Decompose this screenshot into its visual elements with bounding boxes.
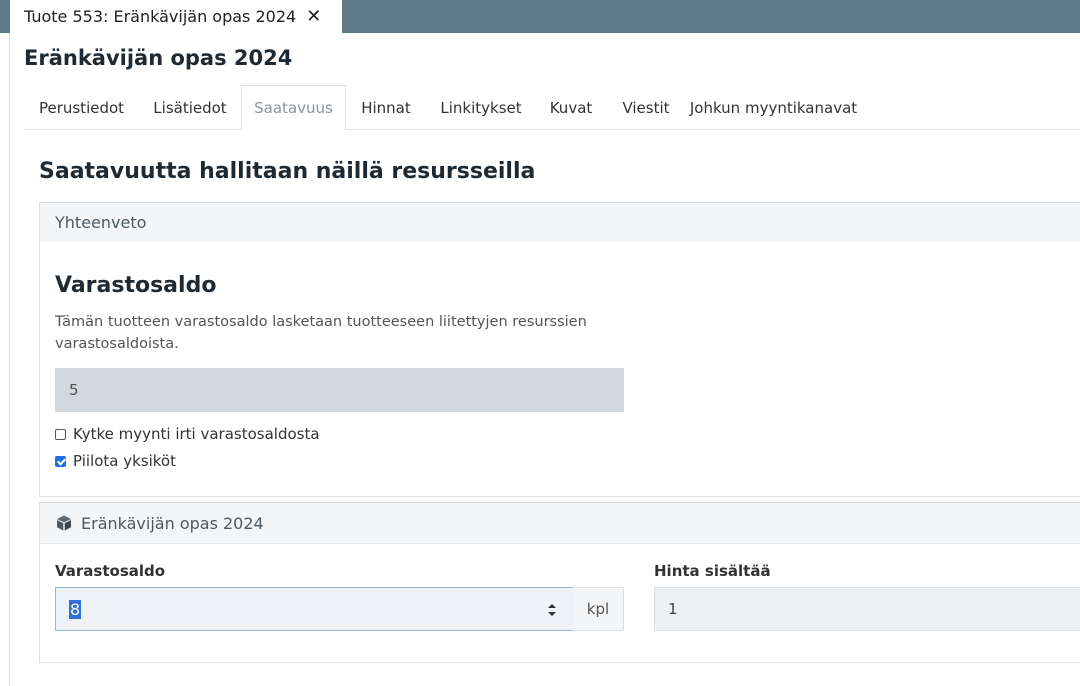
- summary-panel: Yhteenveto Varastosaldo Tämän tuotteen v…: [39, 202, 1080, 497]
- tab-linkitykset[interactable]: Linkitykset: [426, 85, 536, 130]
- summary-header: Yhteenveto: [40, 203, 1080, 242]
- document-tab[interactable]: Tuote 553: Eränkävijän opas 2024 ✕: [10, 0, 342, 33]
- hide-units-checkbox[interactable]: [55, 455, 66, 467]
- unit-addon: kpl: [573, 587, 624, 631]
- tab-perustiedot[interactable]: Perustiedot: [24, 85, 139, 130]
- hide-units-option[interactable]: Piilota yksiköt: [55, 452, 176, 470]
- tab-saatavuus[interactable]: Saatavuus: [241, 85, 346, 130]
- tab-hinnat[interactable]: Hinnat: [346, 85, 426, 130]
- left-divider: [9, 33, 10, 686]
- resource-stock-label: Varastosaldo: [55, 562, 166, 580]
- spinner-icon[interactable]: [547, 602, 557, 618]
- resource-name: Eränkävijän opas 2024: [81, 513, 264, 533]
- tab-viestit[interactable]: Viestit: [606, 85, 686, 130]
- decouple-sales-option[interactable]: Kytke myynti irti varastosaldosta: [55, 425, 320, 443]
- decouple-sales-label: Kytke myynti irti varastosaldosta: [73, 425, 320, 443]
- document-tab-title: Tuote 553: Eränkävijän opas 2024: [24, 7, 297, 26]
- decouple-sales-checkbox[interactable]: [55, 428, 66, 440]
- section-title: Saatavuutta hallitaan näillä resursseill…: [39, 159, 536, 184]
- price-includes-field: 1: [654, 587, 1080, 631]
- tab-bar: Perustiedot Lisätiedot Saatavuus Hinnat …: [24, 85, 1080, 130]
- close-icon[interactable]: ✕: [306, 6, 321, 27]
- stock-description: Tämän tuotteen varastosaldo lasketaan tu…: [55, 314, 587, 352]
- cube-icon: [57, 515, 71, 531]
- hide-units-label: Piilota yksiköt: [73, 452, 176, 470]
- resource-panel: Eränkävijän opas 2024 Varastosaldo Hinta…: [39, 502, 1080, 663]
- page-title: Eränkävijän opas 2024: [24, 46, 293, 70]
- tab-johkun-myyntikanavat[interactable]: Johkun myyntikanavat: [686, 85, 861, 130]
- stock-title: Varastosaldo: [55, 273, 217, 298]
- tab-kuvat[interactable]: Kuvat: [536, 85, 606, 130]
- resource-stock-value: 8: [69, 599, 82, 619]
- tab-lisatiedot[interactable]: Lisätiedot: [139, 85, 241, 130]
- resource-header: Eränkävijän opas 2024: [40, 503, 1080, 544]
- price-includes-label: Hinta sisältää: [654, 562, 771, 580]
- total-stock-field: 5: [55, 368, 624, 412]
- resource-stock-input[interactable]: 8: [55, 587, 574, 631]
